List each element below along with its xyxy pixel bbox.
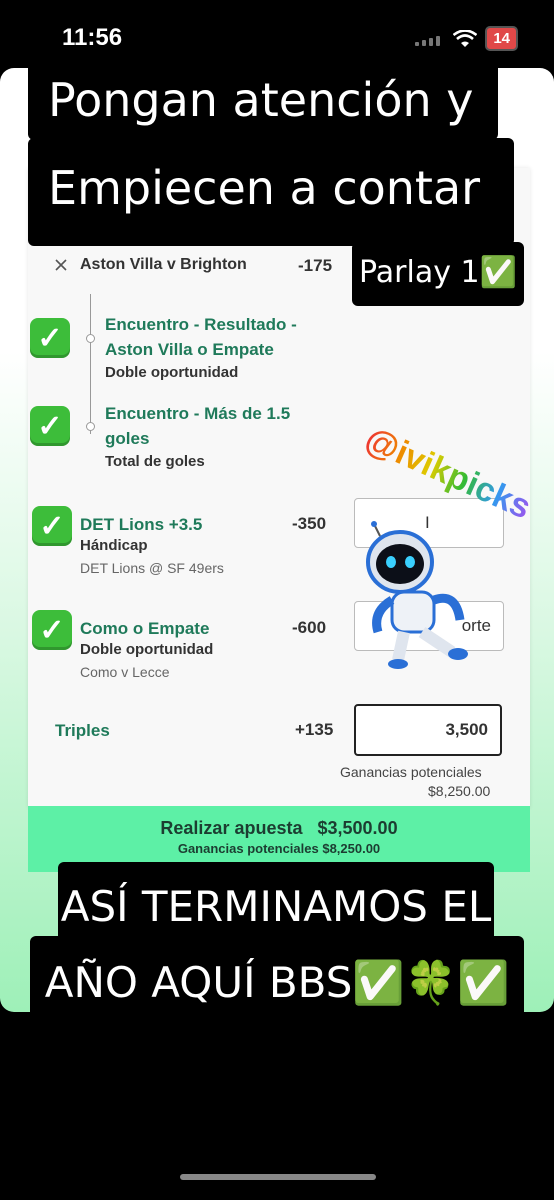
leg-connector-dot xyxy=(86,422,95,431)
leg-market: Aston Villa o Empate xyxy=(105,340,274,359)
triples-label: Triples xyxy=(55,721,110,740)
leg-market: goles xyxy=(105,429,150,448)
battery-indicator: 14 xyxy=(485,26,518,51)
leg-1[interactable]: Encuentro - Resultado - Aston Villa o Em… xyxy=(105,312,297,381)
place-bet-potential: Ganancias potenciales $8,250.00 xyxy=(177,841,381,856)
potential-winnings-value: $8,250.00 xyxy=(428,783,491,799)
home-indicator[interactable] xyxy=(180,1174,376,1180)
wifi-icon xyxy=(453,29,478,47)
check-mark-icon: ✓ xyxy=(30,318,70,358)
leg-connector-dot xyxy=(86,334,95,343)
leg-2[interactable]: Encuentro - Más de 1.5 goles Total de go… xyxy=(105,401,290,470)
leg-market: Encuentro - Resultado - xyxy=(105,315,297,334)
game-odds: -175 xyxy=(298,256,333,275)
leg-match: DET Lions @ SF 49ers xyxy=(80,560,224,576)
parlay-badge: Parlay 1✅ xyxy=(352,242,524,306)
header-line-2: Empiecen a contar xyxy=(28,138,514,246)
potential-winnings-label: Ganancias potenciales xyxy=(340,764,482,780)
leg-type: Hándicap xyxy=(80,537,148,554)
triples-odds: +135 xyxy=(295,720,334,739)
check-mark-icon: ✓ xyxy=(30,406,70,446)
leg-odds: -600 xyxy=(292,618,327,637)
leg-type: Doble oportunidad xyxy=(80,641,214,658)
status-icons: 14 xyxy=(415,26,518,51)
place-bet-amount: $3,500.00 xyxy=(317,818,398,838)
status-time: 11:56 xyxy=(62,24,123,51)
leg-connector-line xyxy=(90,294,91,434)
close-icon[interactable] xyxy=(54,258,68,272)
triples-stake-input[interactable]: 3,500 xyxy=(354,704,502,756)
signal-icon xyxy=(415,32,445,46)
leg-type: Total de goles xyxy=(105,453,205,470)
check-mark-icon: ✓ xyxy=(32,506,72,546)
check-mark-icon: ✓ xyxy=(32,610,72,650)
leg-type: Doble oportunidad xyxy=(105,364,239,381)
leg-odds: -350 xyxy=(292,514,327,533)
leg-market: Encuentro - Más de 1.5 xyxy=(105,404,291,423)
place-bet-label: Realizar apuesta xyxy=(160,818,303,838)
robot-sticker xyxy=(366,521,468,669)
leg-market: DET Lions +3.5 xyxy=(80,515,203,534)
game-title: Aston Villa v Brighton xyxy=(80,256,247,273)
footer-line-2: AÑO AQUÍ BBS✅🍀✅ xyxy=(30,936,524,1032)
header-line-1: Pongan atención y xyxy=(28,62,498,140)
leg-4[interactable]: Como o Empate Doble oportunidad Como v L… xyxy=(80,616,213,680)
leg-market: Como o Empate xyxy=(80,619,210,638)
status-bar: 11:56 14 xyxy=(0,0,554,70)
leg-3[interactable]: DET Lions +3.5 Hándicap DET Lions @ SF 4… xyxy=(80,512,224,576)
leg-match: Como v Lecce xyxy=(80,664,170,680)
